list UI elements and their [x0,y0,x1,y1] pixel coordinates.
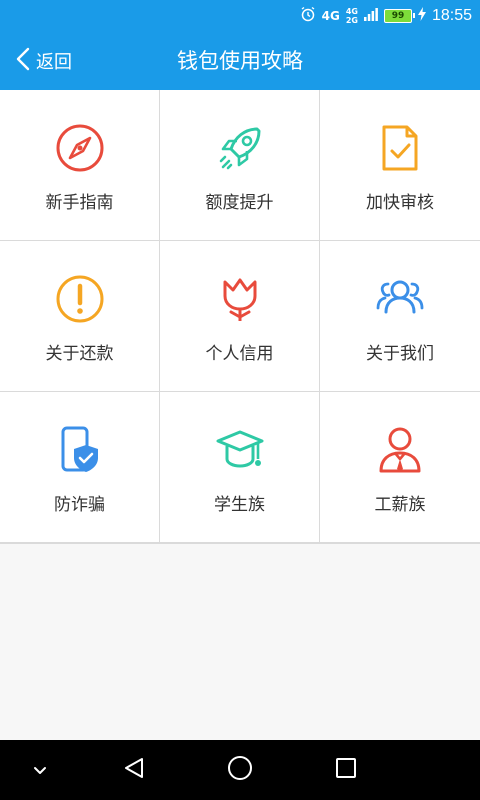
triangle-back-icon [122,756,146,784]
grid-item-label: 个人信用 [205,344,274,364]
grid-item-anti-fraud[interactable]: 防诈骗 [0,392,160,543]
grid-item-speed-up-review[interactable]: 加快审核 [320,90,480,241]
compass-icon [55,124,105,172]
back-label: 返回 [36,52,72,73]
network-stack-top: 4G [345,7,358,16]
worker-icon [375,426,425,474]
clock: 18:55 [431,7,472,24]
grid-item-label: 新手指南 [45,193,114,213]
grid-item-label: 额度提升 [205,193,274,213]
nav-recents-button[interactable] [326,740,366,800]
circle-home-icon [227,755,253,785]
square-recents-icon [335,757,357,783]
graduation-cap-icon [215,426,265,474]
chevron-left-icon [16,47,30,75]
grid-item-students[interactable]: 学生族 [160,392,320,543]
network-stack-bottom: 2G [345,16,358,25]
rocket-icon [215,124,265,172]
guide-grid: 新手指南 额度提升 加快审核 关于还款 个人信用 关于我们 防诈骗 学生族 工薪… [0,90,480,544]
grid-item-label: 关于我们 [366,344,434,364]
exclamation-circle-icon [55,275,105,323]
grid-item-label: 学生族 [214,495,265,515]
group-icon [375,275,425,323]
system-nav-bar [0,740,480,800]
status-bar: 4G 4G 2G 99 18:55 [0,0,480,32]
grid-item-credit-increase[interactable]: 额度提升 [160,90,320,241]
tulip-icon [215,275,265,323]
page-title: 钱包使用攻略 [177,49,303,73]
grid-item-label: 工薪族 [374,495,426,515]
grid-item-about-us[interactable]: 关于我们 [320,241,480,392]
grid-item-beginner-guide[interactable]: 新手指南 [0,90,160,241]
nav-hide-button[interactable] [22,740,58,800]
phone-shield-icon [55,426,105,474]
network-type: 4G [321,9,340,23]
grid-item-about-repayment[interactable]: 关于还款 [0,241,160,392]
status-icons: 4G 4G 2G 99 18:55 [300,0,472,32]
document-check-icon [375,124,425,172]
alarm-icon [300,6,316,26]
grid-item-salary-workers[interactable]: 工薪族 [320,392,480,543]
grid-item-label: 加快审核 [366,193,434,213]
chevron-down-icon [33,761,47,780]
grid-item-label: 关于还款 [45,344,114,364]
app-bar: 返回 钱包使用攻略 [0,32,480,90]
back-button[interactable]: 返回 [16,32,72,90]
grid-item-personal-credit[interactable]: 个人信用 [160,241,320,392]
signal-icon [363,7,378,25]
network-stack: 4G 2G [346,7,358,25]
nav-back-button[interactable] [114,740,154,800]
nav-home-button[interactable] [220,740,260,800]
grid-item-label: 防诈骗 [54,495,105,515]
battery-icon: 99 [383,9,415,23]
charging-icon [417,7,426,25]
